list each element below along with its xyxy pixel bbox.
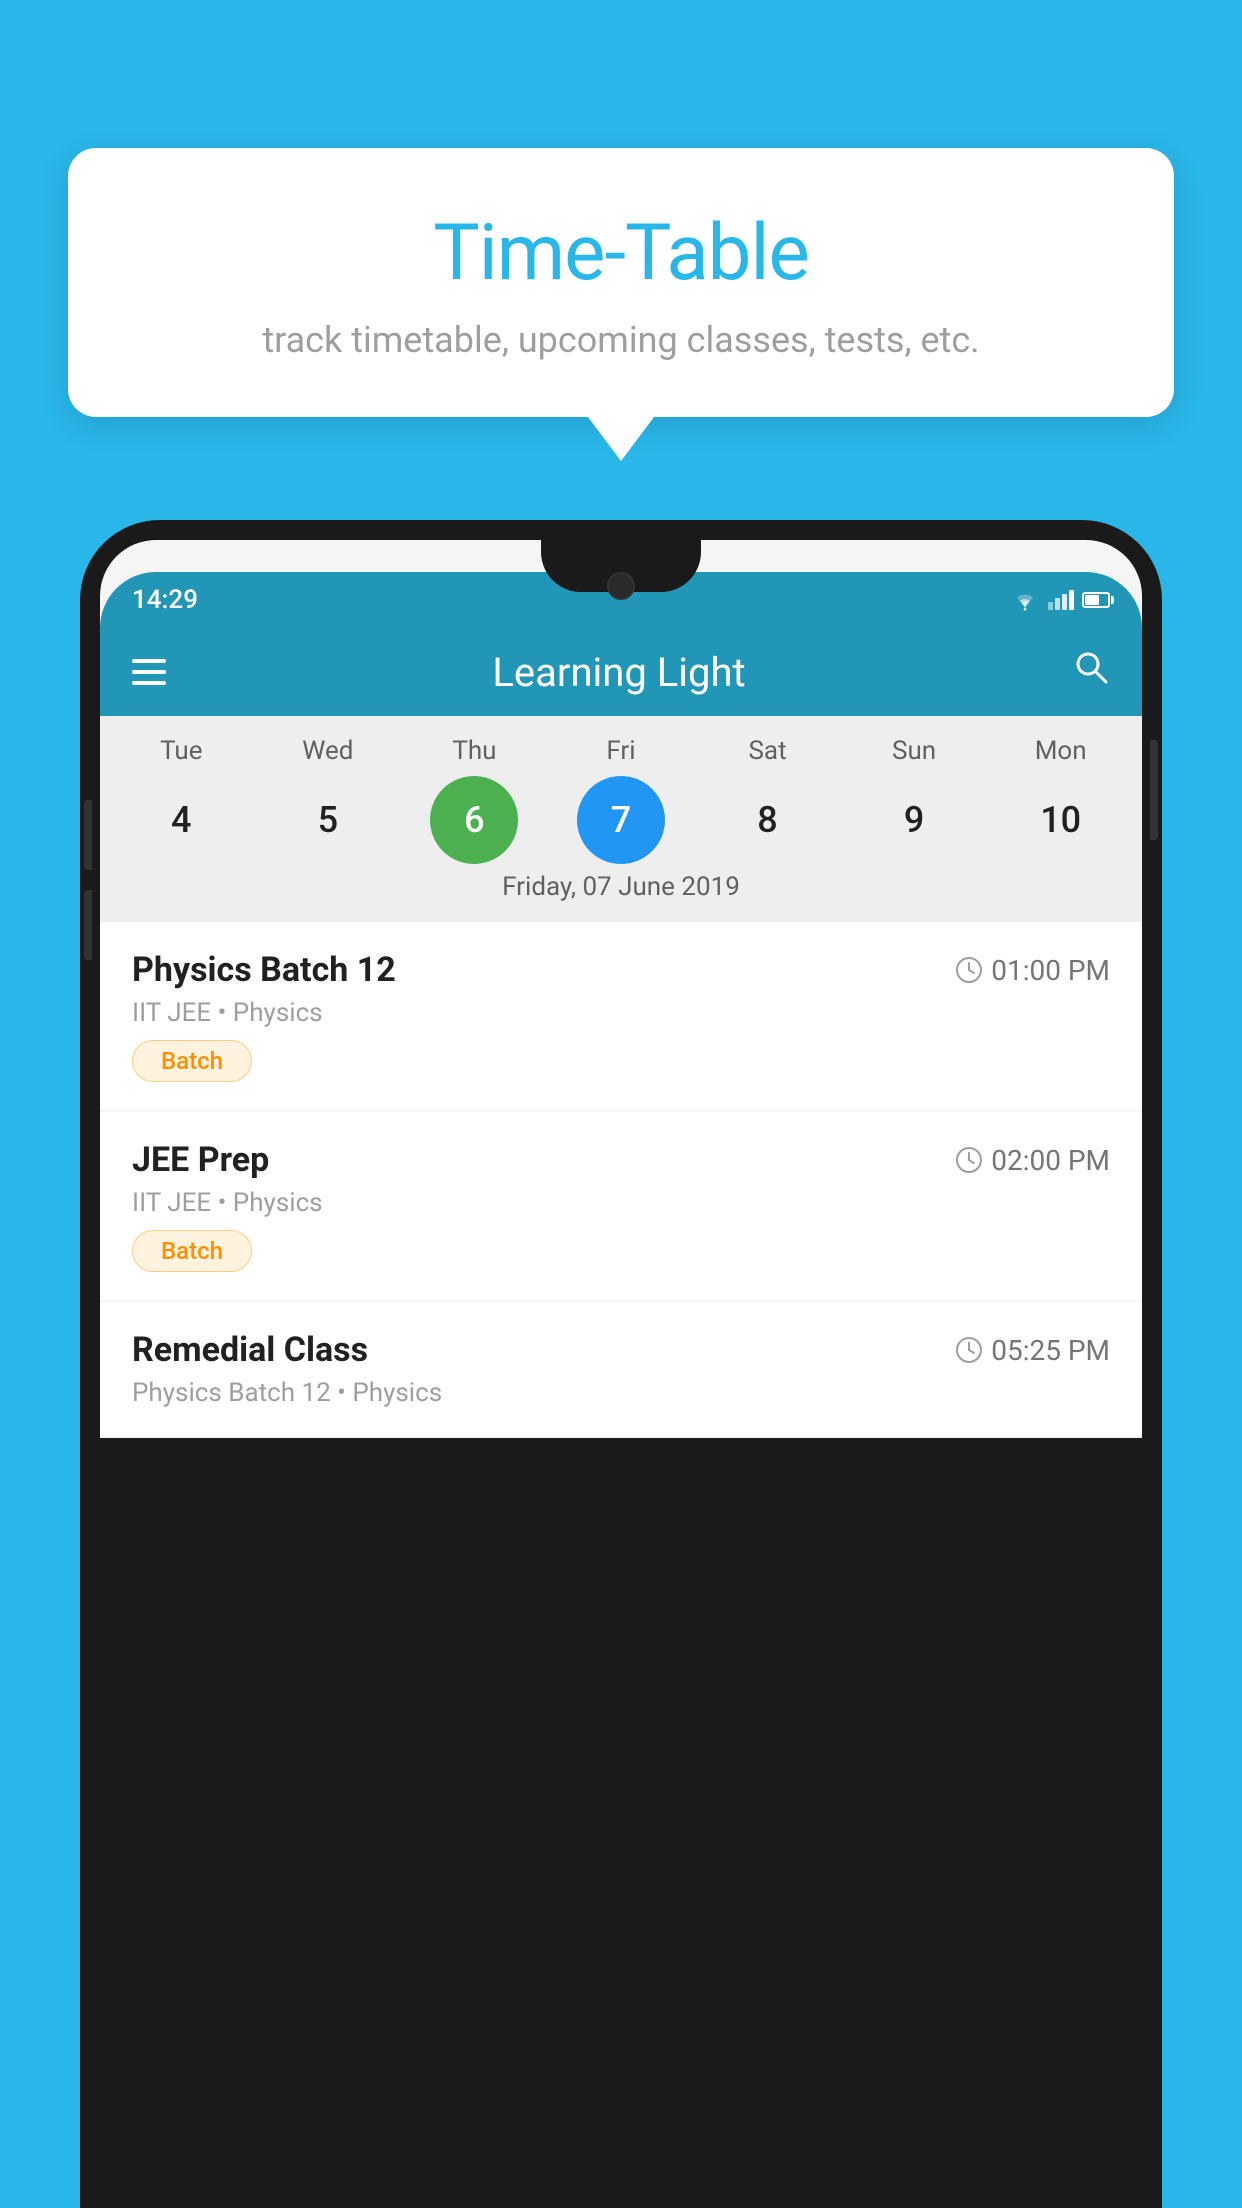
day-label: Wed bbox=[284, 736, 372, 766]
phone-mockup: 14:29 bbox=[80, 520, 1162, 2208]
time-value: 02:00 PM bbox=[991, 1144, 1110, 1177]
day-label: Mon bbox=[1017, 736, 1105, 766]
date-numbers[interactable]: 456789 10 bbox=[100, 776, 1142, 864]
date-number[interactable]: 8 bbox=[724, 776, 812, 864]
tooltip-title: Time-Table bbox=[116, 208, 1126, 299]
clock-icon bbox=[955, 1146, 983, 1174]
calendar-bar: Tue Wed Thu Fri Sat Sun Mon 456789 10 Friday, 0… bbox=[100, 716, 1142, 922]
day-label: Sat bbox=[724, 736, 812, 766]
time-value: 05:25 PM bbox=[991, 1334, 1110, 1367]
side-buttons-left bbox=[84, 800, 92, 980]
class-time: 01:00 PM bbox=[955, 954, 1110, 987]
tooltip-card: Time-Table track timetable, upcoming cla… bbox=[68, 148, 1174, 417]
schedule-item[interactable]: Remedial Class 05:25 PM Physics Batch 12… bbox=[100, 1302, 1142, 1436]
schedule-list: Physics Batch 12 01:00 PM IIT JEE • Phys… bbox=[100, 922, 1142, 1438]
phone-notch bbox=[541, 540, 701, 592]
day-label: Tue bbox=[137, 736, 225, 766]
class-meta: IIT JEE • Physics bbox=[132, 998, 1110, 1028]
class-meta: IIT JEE • Physics bbox=[132, 1188, 1110, 1218]
selected-date-label: Friday, 07 June 2019 bbox=[100, 872, 1142, 906]
class-meta: Physics Batch 12 • Physics bbox=[132, 1378, 1110, 1408]
time-value: 01:00 PM bbox=[991, 954, 1110, 987]
date-number[interactable]: 9 bbox=[870, 776, 958, 864]
date-number[interactable]: 10 bbox=[1017, 776, 1105, 864]
clock-icon bbox=[955, 1336, 983, 1364]
class-name: Physics Batch 12 bbox=[132, 950, 396, 990]
phone-camera bbox=[607, 572, 635, 600]
class-name: Remedial Class bbox=[132, 1330, 368, 1370]
tooltip-subtitle: track timetable, upcoming classes, tests… bbox=[116, 319, 1126, 361]
day-label: Fri bbox=[577, 736, 665, 766]
schedule-item-header: Remedial Class 05:25 PM bbox=[132, 1330, 1110, 1370]
phone-screen: 14:29 bbox=[100, 540, 1142, 1438]
date-number[interactable]: 6 bbox=[430, 776, 518, 864]
app-title: Learning Light bbox=[492, 649, 745, 696]
batch-tag: Batch bbox=[132, 1230, 252, 1272]
schedule-item-header: JEE Prep 02:00 PM bbox=[132, 1140, 1110, 1180]
date-number[interactable]: 7 bbox=[577, 776, 665, 864]
day-label: Thu bbox=[430, 736, 518, 766]
app-header: Learning Light bbox=[100, 628, 1142, 716]
date-number[interactable]: 5 bbox=[284, 776, 372, 864]
phone-outer: 14:29 bbox=[80, 520, 1162, 2208]
clock-icon bbox=[955, 956, 983, 984]
batch-tag: Batch bbox=[132, 1040, 252, 1082]
signal-icon bbox=[1048, 590, 1074, 610]
status-time: 14:29 bbox=[132, 585, 198, 615]
menu-icon[interactable] bbox=[132, 659, 166, 685]
days-of-week: Tue Wed Thu Fri Sat Sun Mon bbox=[100, 736, 1142, 766]
schedule-item[interactable]: JEE Prep 02:00 PM IIT JEE • Physics Batc… bbox=[100, 1112, 1142, 1300]
class-time: 02:00 PM bbox=[955, 1144, 1110, 1177]
search-icon[interactable] bbox=[1072, 648, 1110, 696]
schedule-item-header: Physics Batch 12 01:00 PM bbox=[132, 950, 1110, 990]
wifi-icon bbox=[1010, 589, 1040, 611]
status-icons bbox=[1010, 589, 1110, 611]
battery-icon bbox=[1082, 592, 1110, 608]
class-time: 05:25 PM bbox=[955, 1334, 1110, 1367]
class-name: JEE Prep bbox=[132, 1140, 269, 1180]
side-buttons-right bbox=[1150, 740, 1158, 840]
schedule-item[interactable]: Physics Batch 12 01:00 PM IIT JEE • Phys… bbox=[100, 922, 1142, 1110]
date-number[interactable]: 4 bbox=[137, 776, 225, 864]
day-label: Sun bbox=[870, 736, 958, 766]
